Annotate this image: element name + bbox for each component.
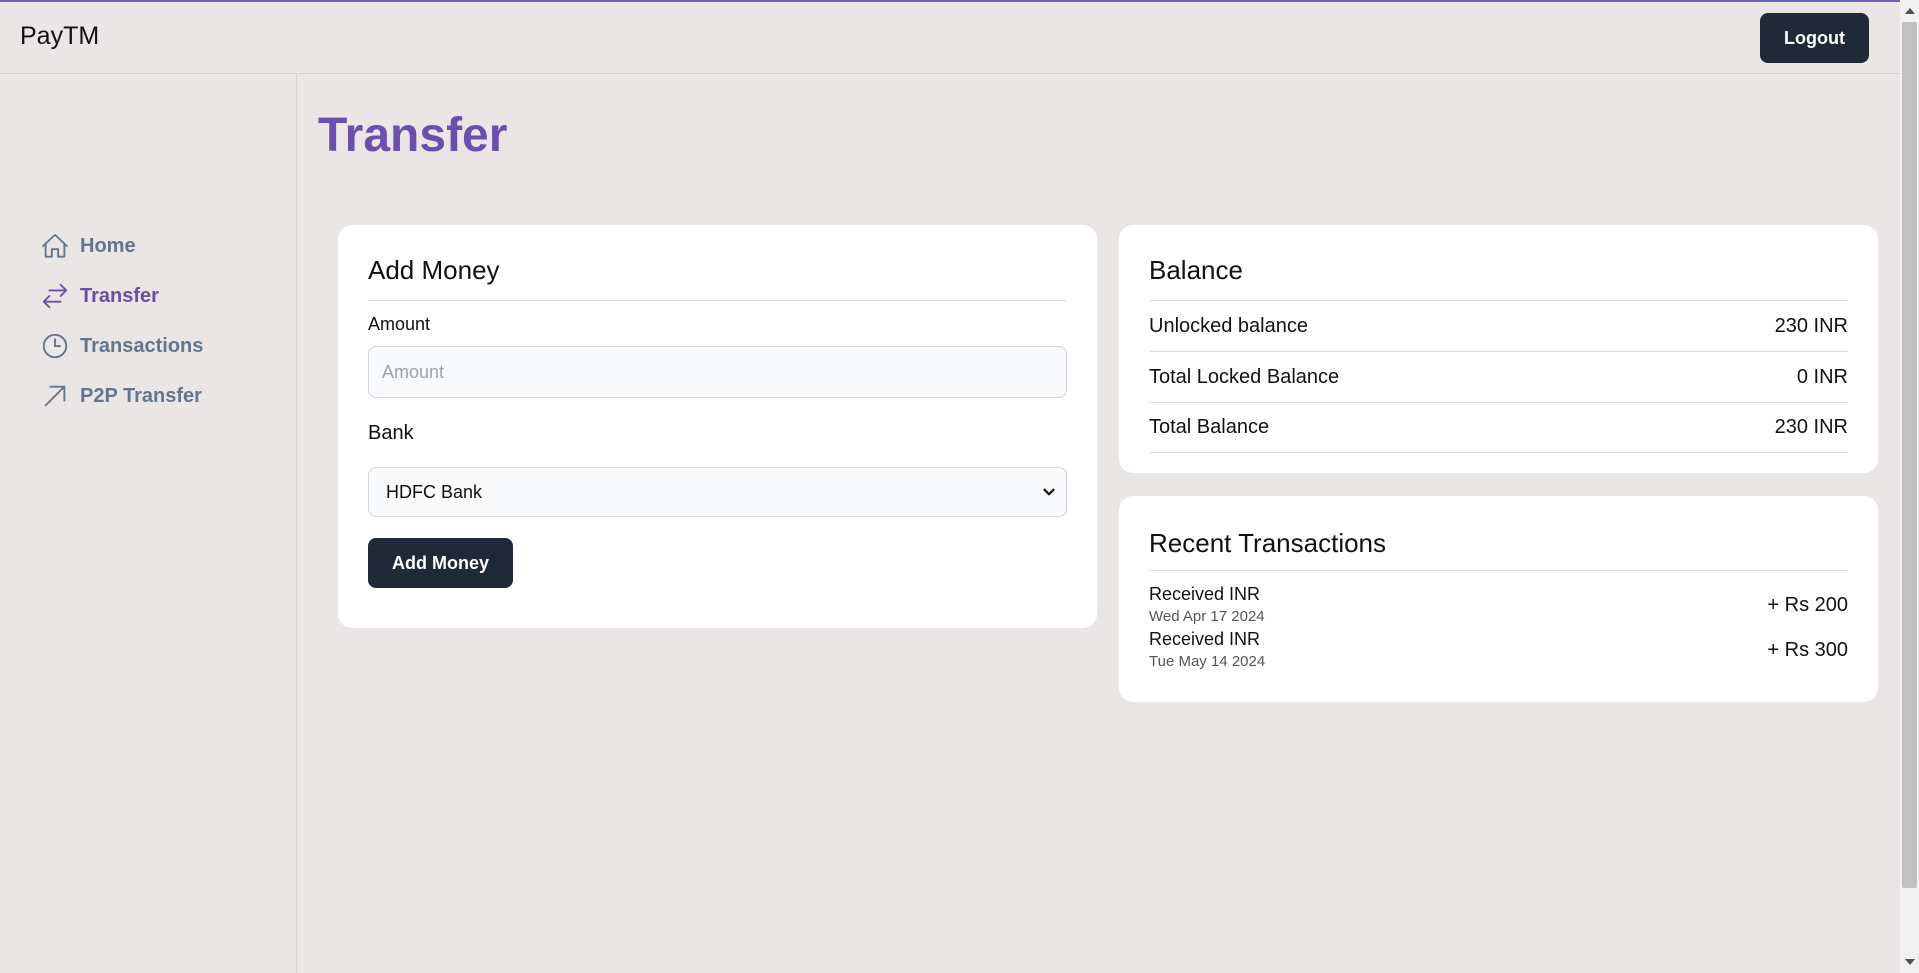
recent-transactions-card: Recent Transactions Received INR Wed Apr…: [1119, 496, 1878, 702]
transaction-amount: + Rs 200: [1767, 594, 1848, 616]
arrows-right-left-icon: [42, 283, 68, 309]
recent-transactions-title: Recent Transactions: [1149, 528, 1387, 558]
balance-row-label: Total Locked Balance: [1149, 365, 1340, 388]
amount-label: Amount: [368, 314, 431, 334]
home-icon: [42, 234, 68, 258]
add-money-title: Add Money: [368, 255, 500, 285]
clock-icon: [42, 333, 68, 359]
balance-row-locked: Total Locked Balance 0 INR: [1149, 351, 1848, 402]
balance-row-total: Total Balance 230 INR: [1149, 402, 1848, 453]
balance-row-value: 230 INR: [1774, 416, 1848, 438]
sidebar-item-transfer[interactable]: Transfer: [40, 271, 203, 321]
add-money-card: Add Money Amount Bank HDFC Bank Add Mone…: [338, 225, 1097, 628]
transaction-title: Received INR: [1149, 584, 1261, 604]
sidebar-item-label: P2P Transfer: [80, 384, 202, 407]
app-bar: PayTM Logout: [0, 2, 1900, 74]
transaction-amount: + Rs 300: [1767, 639, 1848, 661]
sidebar: Home Transfer Transactions P2P Transfer: [0, 74, 297, 973]
logout-button[interactable]: Logout: [1760, 13, 1869, 63]
balance-title: Balance: [1149, 255, 1243, 285]
bank-selected-value: HDFC Bank: [386, 481, 483, 502]
transaction-date: Wed Apr 17 2024: [1149, 608, 1265, 625]
sidebar-item-home[interactable]: Home: [40, 221, 203, 271]
scrollbar-thumb[interactable]: [1902, 22, 1917, 888]
balance-card: Balance Unlocked balance 230 INR Total L…: [1119, 225, 1878, 473]
divider: [368, 300, 1067, 301]
bank-select[interactable]: HDFC Bank: [368, 467, 1067, 517]
sidebar-nav: Home Transfer Transactions P2P Transfer: [40, 221, 203, 421]
sidebar-item-label: Transactions: [80, 334, 204, 357]
page-title: Transfer: [318, 109, 508, 162]
transaction-date: Tue May 14 2024: [1149, 653, 1266, 670]
balance-row-label: Total Balance: [1149, 416, 1270, 438]
scroll-up-arrow-icon[interactable]: [1905, 8, 1915, 14]
brand-logo: PayTM: [20, 22, 100, 50]
transaction-title: Received INR: [1149, 629, 1261, 649]
amount-input[interactable]: [368, 346, 1067, 398]
vertical-scrollbar[interactable]: [1900, 0, 1919, 973]
balance-row-value: 0 INR: [1796, 365, 1848, 388]
balance-row-value: 230 INR: [1774, 314, 1848, 337]
add-money-button[interactable]: Add Money: [368, 538, 513, 588]
chevron-down-icon: [1043, 488, 1055, 496]
sidebar-item-transactions[interactable]: Transactions: [40, 321, 203, 371]
balance-row-unlocked: Unlocked balance 230 INR: [1149, 300, 1848, 351]
bank-label: Bank: [368, 422, 414, 444]
arrow-up-right-icon: [44, 385, 66, 407]
transaction-item: Received INR Wed Apr 17 2024 + Rs 200: [1149, 584, 1848, 629]
sidebar-item-label: Home: [80, 234, 136, 257]
divider: [1149, 570, 1848, 571]
scroll-down-arrow-icon[interactable]: [1905, 959, 1915, 965]
sidebar-item-label: Transfer: [80, 284, 159, 307]
sidebar-item-p2p-transfer[interactable]: P2P Transfer: [40, 371, 203, 421]
balance-row-label: Unlocked balance: [1149, 314, 1308, 337]
transaction-item: Received INR Tue May 14 2024 + Rs 300: [1149, 629, 1848, 674]
